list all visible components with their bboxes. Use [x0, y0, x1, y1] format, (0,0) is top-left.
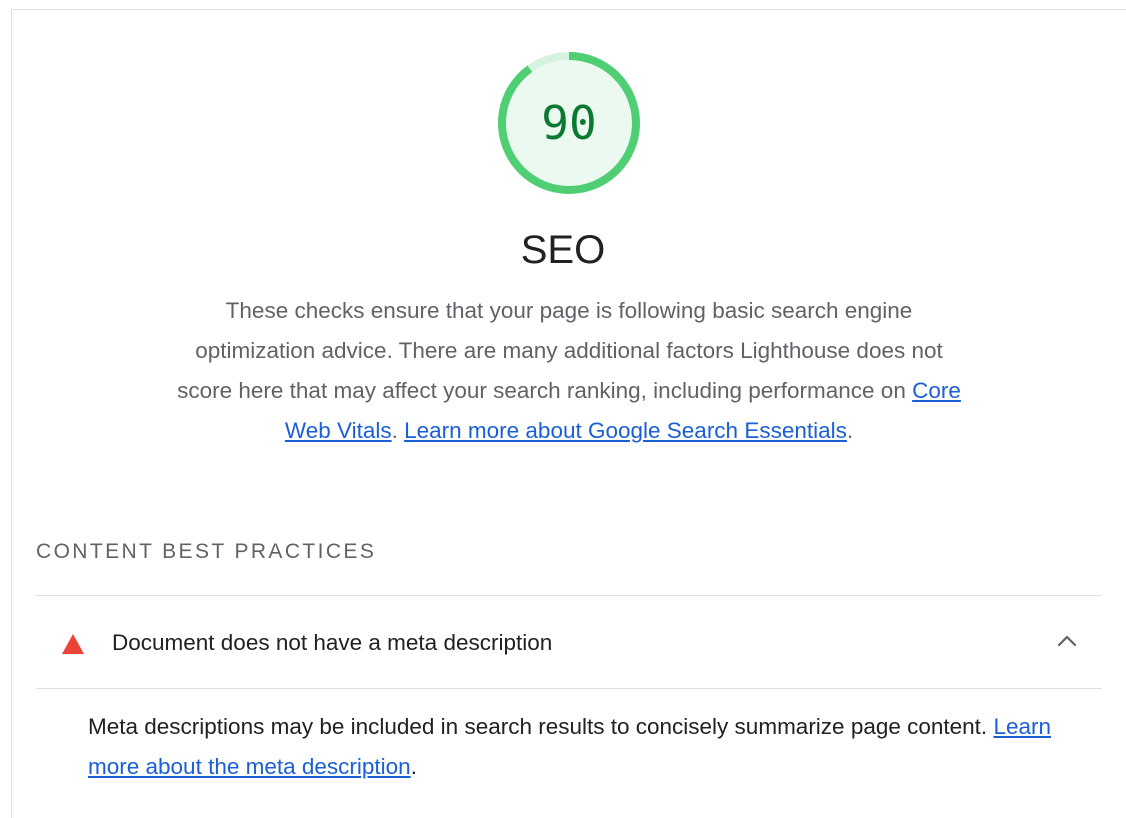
audit-meta-description-header[interactable]: Document does not have a meta descriptio…: [36, 597, 1102, 688]
audit-description-end: .: [410, 754, 417, 779]
description-end: .: [846, 418, 854, 443]
category-description-text: These checks ensure that your page is fo…: [177, 298, 943, 403]
audit-description-text: Meta descriptions may be included in sea…: [88, 714, 994, 739]
audit-divider: [36, 688, 1102, 689]
description-separator: .: [391, 418, 405, 443]
category-title: SEO: [520, 228, 606, 272]
chevron-up-icon[interactable]: [1056, 633, 1078, 649]
group-divider: [36, 595, 1102, 596]
audit-title: Document does not have a meta descriptio…: [112, 630, 553, 655]
score-value: 90: [541, 96, 597, 150]
fail-triangle-icon: [62, 634, 84, 654]
audit-description: Meta descriptions may be included in sea…: [88, 707, 1068, 787]
score-gauge[interactable]: 90: [496, 50, 642, 196]
group-title: CONTENT BEST PRACTICES: [36, 540, 377, 563]
learn-more-search-essentials-link[interactable]: Learn more about Google Search Essential…: [404, 418, 847, 443]
category-description: These checks ensure that your page is fo…: [170, 291, 968, 451]
